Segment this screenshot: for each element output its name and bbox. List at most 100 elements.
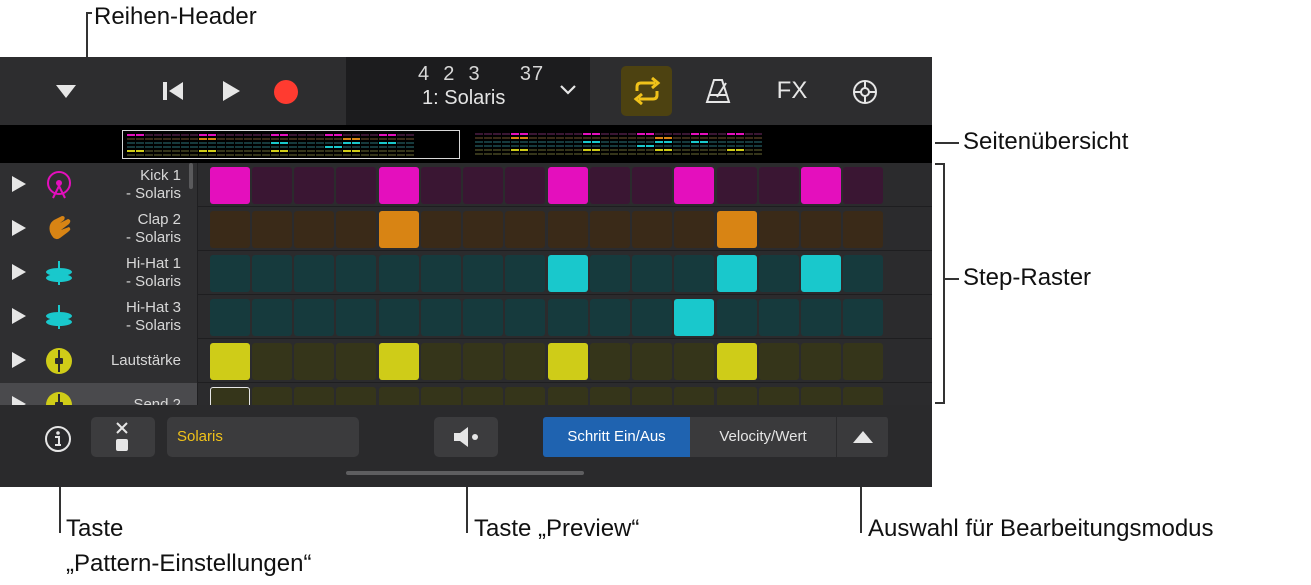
- step-cell[interactable]: [421, 167, 461, 204]
- step-cell[interactable]: [463, 211, 503, 248]
- step-cell[interactable]: [759, 255, 799, 292]
- step-cell[interactable]: [336, 343, 376, 380]
- row-header[interactable]: Hi-Hat 1- Solaris: [0, 251, 198, 295]
- step-cell[interactable]: [294, 255, 334, 292]
- step-cell[interactable]: [843, 299, 883, 336]
- step-cell[interactable]: [717, 299, 757, 336]
- page-overview[interactable]: [0, 125, 932, 163]
- step-cell[interactable]: [590, 255, 630, 292]
- step-cell[interactable]: [590, 211, 630, 248]
- step-cell[interactable]: [674, 343, 714, 380]
- step-cell[interactable]: [674, 299, 714, 336]
- step-cell[interactable]: [759, 343, 799, 380]
- step-cell[interactable]: [632, 167, 672, 204]
- expand-row-arrow-icon[interactable]: [12, 308, 26, 324]
- step-cell[interactable]: [505, 255, 545, 292]
- cycle-loop-button[interactable]: [621, 66, 672, 116]
- step-cell[interactable]: [421, 299, 461, 336]
- step-cell[interactable]: [210, 211, 250, 248]
- step-cell[interactable]: [717, 167, 757, 204]
- step-cell[interactable]: [379, 299, 419, 336]
- step-cell[interactable]: [717, 343, 757, 380]
- settings-button[interactable]: [849, 76, 881, 108]
- step-cell[interactable]: [801, 167, 841, 204]
- step-cell[interactable]: [632, 299, 672, 336]
- step-cell[interactable]: [463, 255, 503, 292]
- step-cell[interactable]: [379, 255, 419, 292]
- pattern-name-field[interactable]: Solaris: [167, 417, 359, 457]
- step-cell[interactable]: [421, 255, 461, 292]
- row-scroll-indicator[interactable]: [189, 163, 193, 189]
- step-cell[interactable]: [252, 167, 292, 204]
- step-cell[interactable]: [801, 211, 841, 248]
- clear-pattern-button[interactable]: [91, 417, 155, 457]
- step-cell[interactable]: [252, 343, 292, 380]
- step-cell[interactable]: [590, 299, 630, 336]
- step-cell[interactable]: [674, 255, 714, 292]
- record-button[interactable]: [272, 78, 300, 106]
- expand-row-arrow-icon[interactable]: [12, 220, 26, 236]
- step-cell[interactable]: [505, 343, 545, 380]
- step-cell[interactable]: [252, 299, 292, 336]
- step-cell[interactable]: [505, 211, 545, 248]
- step-cell[interactable]: [252, 211, 292, 248]
- row-header[interactable]: Kick 1- Solaris: [0, 163, 198, 207]
- overview-page-1[interactable]: [122, 130, 460, 159]
- lcd-display[interactable]: 4 2 3 37 1: Solaris: [346, 57, 590, 125]
- step-cell[interactable]: [674, 211, 714, 248]
- step-cell[interactable]: [801, 255, 841, 292]
- go-to-beginning-button[interactable]: [158, 77, 188, 105]
- step-cell[interactable]: [210, 167, 250, 204]
- step-cell[interactable]: [421, 343, 461, 380]
- step-cell[interactable]: [505, 167, 545, 204]
- play-button[interactable]: [217, 77, 245, 105]
- row-header[interactable]: Clap 2- Solaris: [0, 207, 198, 251]
- step-cell[interactable]: [252, 255, 292, 292]
- step-cell[interactable]: [759, 211, 799, 248]
- step-cell[interactable]: [294, 343, 334, 380]
- step-cell[interactable]: [548, 167, 588, 204]
- pattern-settings-button[interactable]: [42, 423, 74, 455]
- step-cell[interactable]: [548, 211, 588, 248]
- expand-row-arrow-icon[interactable]: [12, 176, 26, 192]
- step-cell[interactable]: [632, 343, 672, 380]
- mode-expand-button[interactable]: [837, 417, 889, 457]
- step-cell[interactable]: [505, 299, 545, 336]
- step-cell[interactable]: [632, 211, 672, 248]
- step-cell[interactable]: [843, 211, 883, 248]
- step-cell[interactable]: [717, 211, 757, 248]
- expand-row-arrow-icon[interactable]: [12, 264, 26, 280]
- step-cell[interactable]: [336, 255, 376, 292]
- view-menu-button[interactable]: [52, 79, 80, 103]
- step-cell[interactable]: [210, 299, 250, 336]
- step-cell[interactable]: [294, 211, 334, 248]
- step-cell[interactable]: [843, 167, 883, 204]
- step-cell[interactable]: [210, 343, 250, 380]
- mode-velocity-value[interactable]: Velocity/Wert: [690, 417, 837, 457]
- step-cell[interactable]: [379, 167, 419, 204]
- chevron-down-icon[interactable]: [559, 84, 577, 96]
- step-cell[interactable]: [379, 211, 419, 248]
- step-cell[interactable]: [843, 343, 883, 380]
- row-header[interactable]: Lautstärke: [0, 339, 198, 383]
- step-cell[interactable]: [632, 255, 672, 292]
- step-cell[interactable]: [674, 167, 714, 204]
- step-cell[interactable]: [210, 255, 250, 292]
- step-cell[interactable]: [463, 299, 503, 336]
- step-cell[interactable]: [717, 255, 757, 292]
- step-cell[interactable]: [463, 167, 503, 204]
- step-cell[interactable]: [336, 299, 376, 336]
- step-cell[interactable]: [548, 255, 588, 292]
- fx-button[interactable]: FX: [770, 76, 814, 106]
- step-cell[interactable]: [336, 167, 376, 204]
- step-cell[interactable]: [336, 211, 376, 248]
- expand-row-arrow-icon[interactable]: [12, 352, 26, 368]
- preview-button[interactable]: [434, 417, 498, 457]
- step-cell[interactable]: [421, 211, 461, 248]
- step-cell[interactable]: [759, 167, 799, 204]
- step-cell[interactable]: [463, 343, 503, 380]
- step-cell[interactable]: [801, 299, 841, 336]
- step-cell[interactable]: [379, 343, 419, 380]
- step-cell[interactable]: [548, 299, 588, 336]
- step-cell[interactable]: [590, 167, 630, 204]
